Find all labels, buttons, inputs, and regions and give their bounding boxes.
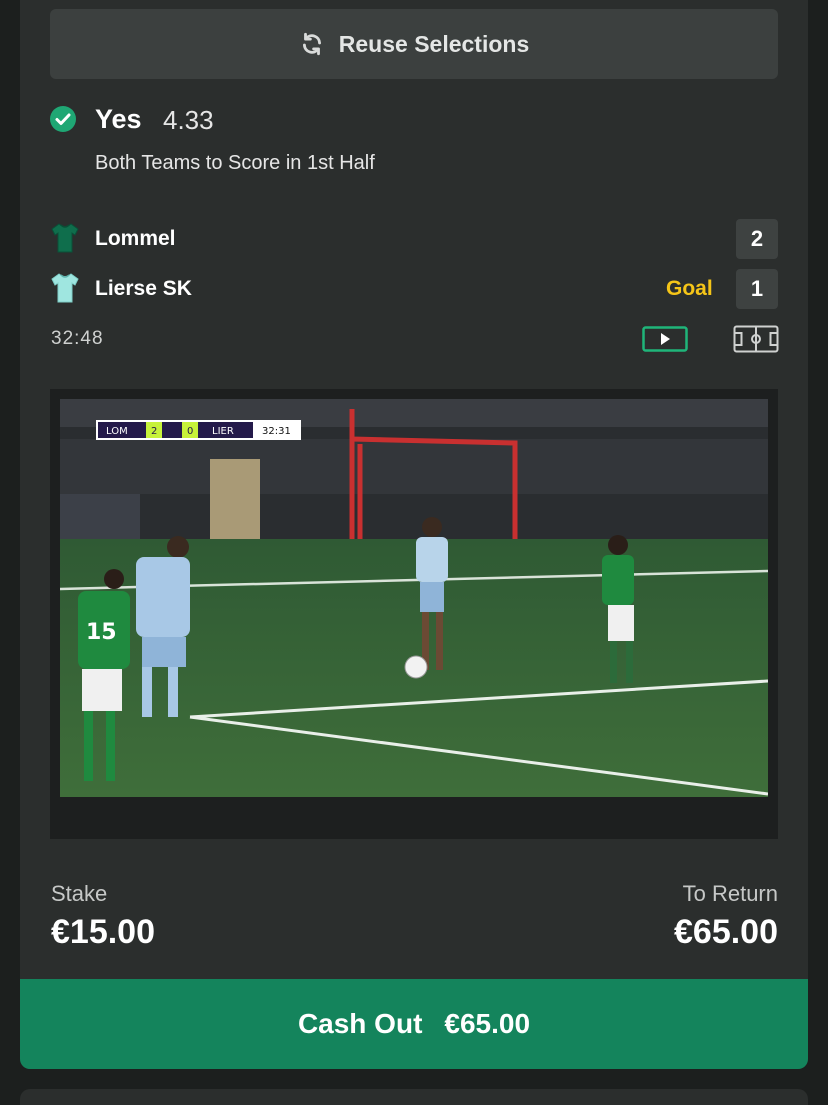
cash-out-button[interactable]: Cash Out €65.00 [20, 979, 808, 1069]
market-name: Both Teams to Score in 1st Half [95, 152, 375, 174]
to-return-label: To Return [682, 881, 778, 906]
check-circle-icon [50, 106, 76, 132]
stake-label: Stake [51, 881, 108, 906]
live-video-player[interactable]: 15 LOM 2 0 LIER 32:31 [50, 389, 778, 839]
match-clock: 32:48 [51, 328, 104, 349]
scorebug-time: 32:31 [262, 426, 291, 437]
selection-name: Yes [95, 104, 142, 134]
cash-out-amount: €65.00 [444, 1008, 531, 1039]
home-score: 2 [736, 219, 778, 259]
bet-card: Reuse Selections Yes 4.33 Both Teams to … [20, 0, 808, 1069]
player-shirt-number: 15 [86, 620, 117, 645]
away-score: 1 [736, 269, 778, 309]
reuse-selections-label: Reuse Selections [338, 30, 530, 57]
home-shirt-icon [51, 223, 79, 253]
scorebug-home: LOM [106, 426, 128, 437]
live-video-frame: 15 LOM 2 0 LIER 32:31 [60, 399, 768, 797]
home-team-name: Lommel [95, 227, 176, 250]
away-shirt-icon [51, 273, 79, 303]
scorebug-away: LIER [212, 426, 234, 437]
refresh-icon [302, 32, 321, 56]
stake-value: €15.00 [51, 913, 155, 951]
scorebug-home-score: 2 [151, 426, 157, 437]
selection-odds: 4.33 [163, 105, 214, 135]
away-team-name: Lierse SK [95, 277, 192, 300]
next-bet-card [20, 1089, 808, 1105]
cash-out-label: Cash Out [297, 1008, 423, 1039]
goal-badge: Goal [666, 277, 713, 300]
pitch-icon[interactable] [733, 325, 779, 353]
reuse-selections-button[interactable]: Reuse Selections [50, 9, 778, 79]
scorebug-away-score: 0 [187, 426, 193, 437]
play-icon[interactable] [642, 326, 688, 352]
to-return-value: €65.00 [674, 913, 778, 951]
